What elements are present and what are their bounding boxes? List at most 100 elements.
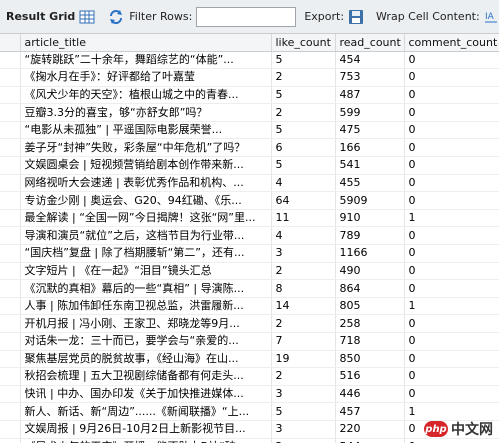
row-selector-header[interactable] <box>0 34 21 52</box>
table-row[interactable]: “电影从未孤独” | 平遥国际电影展荣誉... 5 475 0 <box>0 121 499 140</box>
table-row[interactable]: 开机月报 | 冯小刚、王家卫、郑晓龙等9月... 2 258 0 <box>0 314 499 333</box>
cell-article-title[interactable]: 文字短片 | 《在一起》“泪目”镜头汇总 <box>20 262 272 281</box>
cell-article-title[interactable]: 人事 | 陈加伟卸任东南卫视总监，洪雷履新... <box>20 297 272 316</box>
cell-comment-count[interactable]: 1 <box>404 297 499 316</box>
refresh-icon[interactable] <box>107 6 125 28</box>
cell-like-count[interactable]: 2 <box>271 103 336 122</box>
cell-article-title[interactable]: 《风犬少年的天空》：植根山城之中的青春... <box>20 86 272 105</box>
cell-like-count[interactable]: 11 <box>271 209 336 228</box>
cell-like-count[interactable]: 2 <box>271 262 336 281</box>
row-selector[interactable] <box>0 402 21 421</box>
cell-read-count[interactable]: 910 <box>335 209 405 228</box>
floppy-disk-icon[interactable] <box>348 6 364 28</box>
row-selector[interactable] <box>0 420 21 439</box>
cell-read-count[interactable]: 487 <box>335 86 405 105</box>
cell-read-count[interactable]: 599 <box>335 103 405 122</box>
row-selector[interactable] <box>0 209 21 228</box>
table-row[interactable]: 人事 | 陈加伟卸任东南卫视总监，洪雷履新... 14 805 1 <box>0 297 499 316</box>
cell-article-title[interactable]: “电影从未孤独” | 平遥国际电影展荣誉... <box>20 121 272 140</box>
cell-article-title[interactable]: 《掬水月在手》：好评都给了叶嘉莹 <box>20 68 272 87</box>
cell-comment-count[interactable]: 1 <box>404 402 499 421</box>
cell-comment-count[interactable]: 0 <box>404 103 499 122</box>
cell-read-count[interactable]: 220 <box>335 420 405 439</box>
cell-comment-count[interactable]: 0 <box>404 279 499 298</box>
cell-article-title[interactable]: “旋转跳跃”二十余年，舞蹈综艺的“体能”... <box>20 51 272 70</box>
table-row[interactable]: 《掬水月在手》：好评都给了叶嘉莹 2 753 0 <box>0 68 499 87</box>
row-selector[interactable] <box>0 385 21 404</box>
row-selector[interactable] <box>0 138 21 158</box>
cell-comment-count[interactable]: 0 <box>404 332 499 351</box>
cell-comment-count[interactable]: 0 <box>404 314 499 333</box>
cell-article-title[interactable]: 快讯 | 中办、国办印发《关于加快推进媒体... <box>20 385 272 404</box>
table-row[interactable]: 姜子牙“封神”失败，彩条屋“中年危机”了吗？ 6 166 0 <box>0 138 499 158</box>
table-row[interactable]: 秋招会梳理 | 五大卫视剧综储备都有何走头... 2 516 0 <box>0 367 499 386</box>
table-row[interactable]: 网络视听大会速递 | 表彰优秀作品和机构、... 4 455 0 <box>0 174 499 193</box>
cell-read-count[interactable]: 718 <box>335 332 405 351</box>
cell-comment-count[interactable]: 0 <box>404 51 499 70</box>
cell-like-count[interactable]: 19 <box>271 350 336 369</box>
cell-like-count[interactable]: 2 <box>271 367 336 386</box>
cell-article-title[interactable]: 开机月报 | 冯小刚、王家卫、郑晓龙等9月... <box>20 314 272 333</box>
cell-read-count[interactable]: 475 <box>335 121 405 140</box>
cell-like-count[interactable]: 3 <box>271 420 336 439</box>
table-row[interactable]: 新人、新话、新“周边”......《新闻联播》“上... 5 457 1 <box>0 402 499 421</box>
cell-article-title[interactable]: “国庆档”复盘 | 除了档期腰斩“第二”，还有... <box>20 244 272 263</box>
cell-article-title[interactable]: 秋招会梳理 | 五大卫视剧综储备都有何走头... <box>20 367 272 386</box>
column-header-comment-count[interactable]: comment_count <box>404 34 499 52</box>
row-selector[interactable] <box>0 438 21 443</box>
table-row[interactable]: 豆瓣3.3分的喜宝，够“亦舒女郎”吗？ 2 599 0 <box>0 103 499 122</box>
cell-like-count[interactable]: 2 <box>271 438 336 443</box>
cell-comment-count[interactable]: 0 <box>404 226 499 246</box>
table-row[interactable]: 文字短片 | 《在一起》“泪目”镜头汇总 2 490 0 <box>0 262 499 281</box>
row-selector[interactable] <box>0 156 21 175</box>
cell-article-title[interactable]: 《沉默的真相》幕后的一些“真相” | 导演陈... <box>20 279 272 298</box>
cell-article-title[interactable]: 姜子牙“封神”失败，彩条屋“中年危机”了吗？ <box>20 138 272 158</box>
cell-article-title[interactable]: 聚焦基层党员的脱贫故事，《经山海》在山... <box>20 350 272 369</box>
cell-comment-count[interactable]: 0 <box>404 262 499 281</box>
cell-read-count[interactable]: 446 <box>335 385 405 404</box>
cell-like-count[interactable]: 5 <box>271 86 336 105</box>
row-selector[interactable] <box>0 332 21 351</box>
row-selector[interactable] <box>0 51 21 70</box>
cell-comment-count[interactable]: 0 <box>404 244 499 263</box>
cell-article-title[interactable]: 导演和演员“就位”之后，这档节目为行业带... <box>20 226 272 246</box>
row-selector[interactable] <box>0 279 21 298</box>
cell-like-count[interactable]: 2 <box>271 314 336 333</box>
cell-article-title[interactable]: 文娱圆桌会 | 短视频营销给剧本创作带来新... <box>20 156 272 175</box>
row-selector[interactable] <box>0 191 21 210</box>
cell-read-count[interactable]: 753 <box>335 68 405 87</box>
cell-like-count[interactable]: 2 <box>271 68 336 87</box>
cell-read-count[interactable]: 258 <box>335 314 405 333</box>
cell-like-count[interactable]: 3 <box>271 244 336 263</box>
cell-like-count[interactable]: 5 <box>271 402 336 421</box>
table-row[interactable]: 聚焦基层党员的脱贫故事，《经山海》在山... 19 850 0 <box>0 350 499 369</box>
cell-comment-count[interactable]: 0 <box>404 121 499 140</box>
cell-like-count[interactable]: 6 <box>271 138 336 158</box>
cell-read-count[interactable]: 541 <box>335 156 405 175</box>
row-selector[interactable] <box>0 103 21 122</box>
cell-article-title[interactable]: 新人、新话、新“周边”......《新闻联播》“上... <box>20 402 272 421</box>
cell-like-count[interactable]: 5 <box>271 156 336 175</box>
table-row[interactable]: 文娱圆桌会 | 短视频营销给剧本创作带来新... 5 541 0 <box>0 156 499 175</box>
table-row[interactable]: 《风犬少年的天空》：植根山城之中的青春... 5 487 0 <box>0 86 499 105</box>
row-selector[interactable] <box>0 367 21 386</box>
cell-like-count[interactable]: 7 <box>271 332 336 351</box>
row-selector[interactable] <box>0 350 21 369</box>
cell-article-title[interactable]: 网络视听大会速递 | 表彰优秀作品和机构、... <box>20 174 272 193</box>
cell-read-count[interactable]: 850 <box>335 350 405 369</box>
cell-article-title[interactable]: 专访金少刚 | 奥运会、G20、94红磡、《乐... <box>20 191 272 210</box>
cell-like-count[interactable]: 64 <box>271 191 336 210</box>
column-header-like-count[interactable]: like_count <box>271 34 336 52</box>
cell-read-count[interactable]: 454 <box>335 51 405 70</box>
row-selector[interactable] <box>0 262 21 281</box>
table-row[interactable]: 对话朱一龙：三十而已，要学会与“亲爱的... 7 718 0 <box>0 332 499 351</box>
cell-read-count[interactable]: 455 <box>335 174 405 193</box>
cell-read-count[interactable]: 5909 <box>335 191 405 210</box>
column-header-read-count[interactable]: read_count <box>335 34 405 52</box>
cell-comment-count[interactable]: 0 <box>404 191 499 210</box>
column-header-article-title[interactable]: article_title <box>20 34 272 52</box>
row-selector[interactable] <box>0 68 21 87</box>
cell-read-count[interactable]: 457 <box>335 402 405 421</box>
table-row[interactable]: 最全解读 | “全国一网”今日揭牌！这张“网”里... 11 910 1 <box>0 209 499 228</box>
table-row[interactable]: 导演和演员“就位”之后，这档节目为行业带... 4 789 0 <box>0 226 499 246</box>
